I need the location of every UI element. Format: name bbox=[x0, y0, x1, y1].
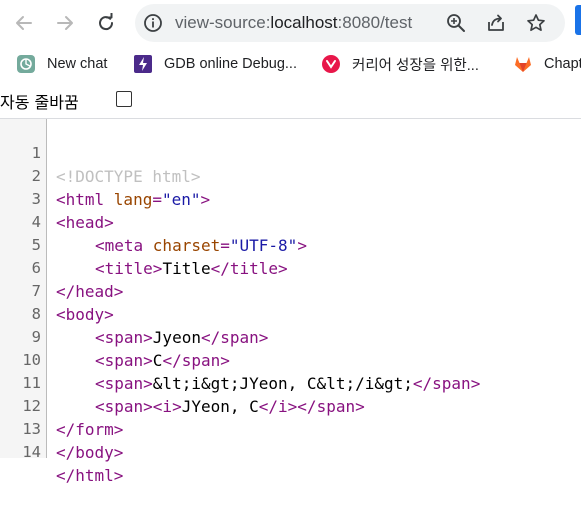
source-line: 5 <title>Title</title> bbox=[0, 211, 581, 278]
bookmark-star-icon[interactable] bbox=[526, 13, 546, 33]
gdb-icon bbox=[134, 55, 152, 73]
source-line: 10 <span>&lt;i&gt;JYeon, C&lt;/i&gt;</sp… bbox=[0, 326, 581, 393]
source-line: 2 <html lang="en"> bbox=[0, 142, 581, 209]
url-host: localhost bbox=[270, 13, 338, 32]
share-icon[interactable] bbox=[486, 13, 506, 33]
zoom-icon[interactable] bbox=[446, 13, 466, 33]
bookmark-label: Chapt bbox=[544, 56, 581, 72]
url-path: :8080/test bbox=[337, 13, 413, 32]
bookmark-label: New chat bbox=[47, 56, 108, 72]
chatgpt-icon bbox=[17, 55, 35, 73]
tag-text: </html> bbox=[56, 466, 124, 485]
source-line: 12 </form> bbox=[0, 372, 581, 439]
source-line: 13 </body> bbox=[0, 395, 581, 462]
reload-button[interactable] bbox=[92, 9, 120, 37]
bookmark-gdb-online[interactable]: GDB online Debug... bbox=[134, 52, 297, 76]
side-panel-edge[interactable] bbox=[575, 5, 581, 35]
line-number: 14 bbox=[22, 443, 41, 461]
bookmark-career[interactable]: 커리어 성장을 위한... bbox=[322, 52, 479, 76]
line-wrap-checkbox[interactable] bbox=[116, 91, 132, 107]
address-bar[interactable]: view-source:localhost:8080/test bbox=[135, 4, 565, 42]
tag-text: </body> bbox=[56, 443, 124, 462]
bookmark-new-chat[interactable]: New chat bbox=[17, 52, 107, 76]
source-line: 3 <head> bbox=[0, 165, 581, 232]
url-scheme: view-source: bbox=[175, 13, 271, 32]
site-info-icon[interactable] bbox=[143, 13, 163, 33]
source-line: 4 <meta charset="UTF-8"> bbox=[0, 188, 581, 255]
forward-button[interactable] bbox=[51, 9, 79, 37]
bookmark-label: GDB online Debug... bbox=[164, 56, 297, 72]
arrow-left-icon bbox=[16, 16, 32, 30]
source-line: 1 <!DOCTYPE html> bbox=[0, 119, 581, 186]
line-code: </body> bbox=[56, 441, 123, 464]
browser-toolbar: view-source:localhost:8080/test bbox=[0, 0, 581, 46]
bookmarks-bar: New chat GDB online Debug... 커리어 성장을 위한.… bbox=[0, 46, 581, 82]
bookmark-chapter[interactable]: Chapt bbox=[514, 52, 581, 76]
line-code: </html> bbox=[56, 464, 123, 487]
reload-icon bbox=[99, 13, 114, 31]
career-icon bbox=[322, 55, 340, 73]
source-line: 11 <span><i>JYeon, C</i></span> bbox=[0, 349, 581, 416]
back-button[interactable] bbox=[10, 9, 38, 37]
url-text[interactable]: view-source:localhost:8080/test bbox=[175, 13, 412, 33]
line-wrap-bar: 자동 줄바꿈 bbox=[0, 82, 581, 119]
source-line: 9 <span>C</span> bbox=[0, 303, 581, 370]
source-line: 14 </html> bbox=[0, 418, 581, 485]
source-line: 7 <body> bbox=[0, 257, 581, 324]
arrow-right-icon bbox=[57, 16, 73, 30]
gitlab-icon bbox=[514, 55, 532, 73]
bookmark-label: 커리어 성장을 위한... bbox=[352, 57, 479, 74]
source-view: 1 <!DOCTYPE html> 2 <html lang="en"> 3 <… bbox=[0, 119, 581, 485]
source-line: 6 </head> bbox=[0, 234, 581, 301]
source-line: 8 <span>Jyeon</span> bbox=[0, 280, 581, 347]
line-wrap-label: 자동 줄바꿈 bbox=[0, 93, 79, 112]
